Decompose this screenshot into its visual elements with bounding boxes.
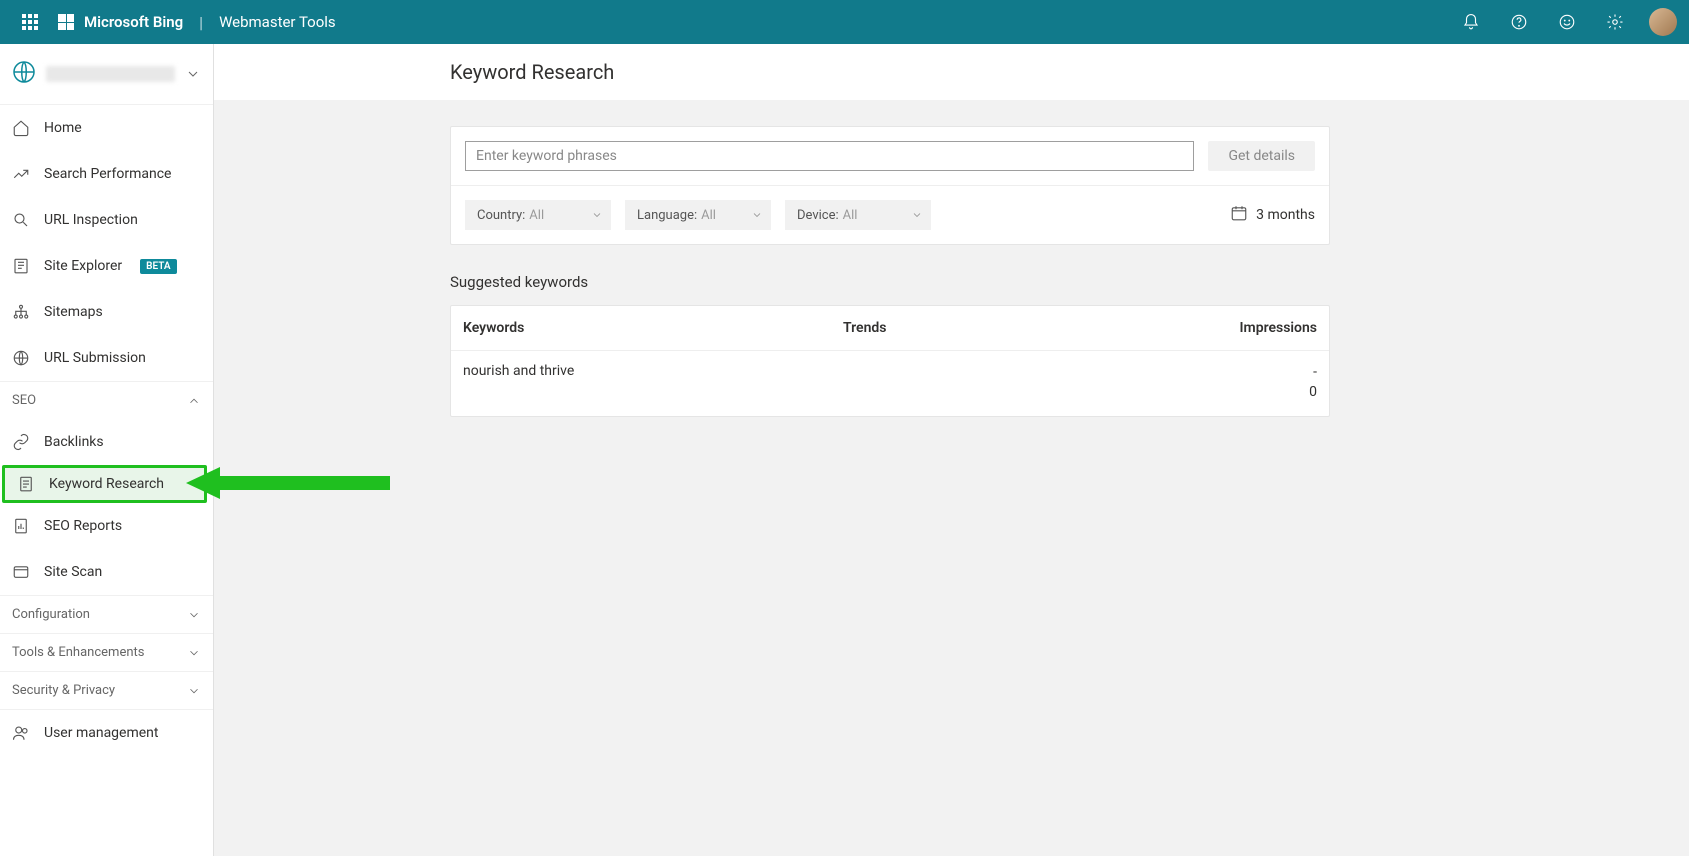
- chevron-down-icon: [185, 66, 201, 82]
- suggested-keywords-title: Suggested keywords: [450, 273, 1689, 291]
- beta-badge: BETA: [140, 259, 176, 274]
- column-keywords: Keywords: [463, 320, 843, 336]
- page-title-bar: Keyword Research: [214, 44, 1689, 100]
- chevron-down-icon: [187, 646, 201, 660]
- sidebar-item-url-inspection[interactable]: URL Inspection: [0, 197, 213, 243]
- top-bar: Microsoft Bing | Webmaster Tools: [0, 0, 1689, 44]
- main-content: Keyword Research Get details Country: Al…: [214, 44, 1689, 856]
- globe-icon: [12, 60, 36, 88]
- sidebar-item-seo-reports[interactable]: SEO Reports: [0, 503, 213, 549]
- filter-value: All: [529, 208, 544, 223]
- link-icon: [12, 433, 30, 451]
- sidebar-item-label: Home: [44, 120, 82, 136]
- sidebar: Home Search Performance URL Inspection S…: [0, 44, 214, 856]
- chevron-up-icon: [187, 394, 201, 408]
- filter-value: All: [843, 208, 858, 223]
- keyword-cell: nourish and thrive: [463, 363, 843, 379]
- site-name-redacted: [46, 66, 175, 82]
- sidebar-item-label: Site Scan: [44, 564, 102, 580]
- calendar-icon: [1230, 204, 1248, 226]
- filter-label: Country:: [477, 208, 525, 223]
- avatar[interactable]: [1649, 8, 1677, 36]
- page-title: Keyword Research: [450, 60, 614, 84]
- filter-value: All: [701, 208, 716, 223]
- search-icon: [12, 211, 30, 229]
- microsoft-logo-icon: [58, 14, 74, 30]
- sidebar-section-configuration[interactable]: Configuration: [0, 595, 213, 633]
- brand-tools: Webmaster Tools: [219, 13, 336, 31]
- sidebar-item-label: Search Performance: [44, 166, 171, 182]
- filter-label: Language:: [637, 208, 697, 223]
- section-label: Security & Privacy: [12, 683, 115, 698]
- brand-separator: |: [199, 13, 203, 32]
- sidebar-item-search-performance[interactable]: Search Performance: [0, 151, 213, 197]
- date-range-label: 3 months: [1256, 207, 1315, 223]
- keyword-input[interactable]: [465, 141, 1194, 171]
- section-label: Configuration: [12, 607, 90, 622]
- explorer-icon: [12, 257, 30, 275]
- search-card: Get details Country: All Language: All D…: [450, 126, 1330, 245]
- annotation-highlight: Keyword Research: [2, 465, 207, 503]
- settings-icon[interactable]: [1597, 4, 1633, 40]
- site-selector[interactable]: [0, 44, 213, 105]
- chevron-down-icon: [591, 209, 603, 221]
- users-icon: [12, 724, 30, 742]
- trend-icon: [12, 165, 30, 183]
- sidebar-item-label: URL Inspection: [44, 212, 138, 228]
- chevron-down-icon: [751, 209, 763, 221]
- section-label: Tools & Enhancements: [12, 645, 144, 660]
- sidebar-item-label: Site Explorer: [44, 258, 122, 274]
- sidebar-item-url-submission[interactable]: URL Submission: [0, 335, 213, 381]
- chevron-down-icon: [187, 608, 201, 622]
- sidebar-item-user-management[interactable]: User management: [0, 710, 213, 756]
- column-trends: Trends: [843, 320, 1143, 336]
- app-launcher-icon[interactable]: [12, 4, 48, 40]
- brand-name: Microsoft Bing: [84, 13, 183, 31]
- report-icon: [12, 517, 30, 535]
- document-icon: [17, 475, 35, 493]
- sidebar-item-home[interactable]: Home: [0, 105, 213, 151]
- notifications-icon[interactable]: [1453, 4, 1489, 40]
- table-header: Keywords Trends Impressions: [451, 306, 1329, 351]
- sidebar-item-label: SEO Reports: [44, 518, 122, 534]
- suggested-keywords-table: Keywords Trends Impressions nourish and …: [450, 305, 1330, 417]
- date-range-selector[interactable]: 3 months: [1230, 204, 1315, 226]
- globe-icon: [12, 349, 30, 367]
- sidebar-item-label: Keyword Research: [49, 476, 164, 492]
- home-icon: [12, 119, 30, 137]
- table-row[interactable]: nourish and thrive - 0: [451, 351, 1329, 416]
- impressions-cell: - 0: [1143, 363, 1317, 402]
- sidebar-item-keyword-research[interactable]: Keyword Research: [5, 468, 204, 500]
- help-icon[interactable]: [1501, 4, 1537, 40]
- feedback-icon[interactable]: [1549, 4, 1585, 40]
- sidebar-item-site-explorer[interactable]: Site Explorer BETA: [0, 243, 213, 289]
- sidebar-section-tools-enhancements[interactable]: Tools & Enhancements: [0, 633, 213, 671]
- scan-icon: [12, 563, 30, 581]
- device-filter[interactable]: Device: All: [785, 200, 931, 230]
- section-label: SEO: [12, 393, 36, 408]
- get-details-button[interactable]: Get details: [1208, 141, 1315, 171]
- sidebar-item-sitemaps[interactable]: Sitemaps: [0, 289, 213, 335]
- sidebar-item-label: Sitemaps: [44, 304, 103, 320]
- sitemap-icon: [12, 303, 30, 321]
- sidebar-item-label: User management: [44, 725, 158, 741]
- chevron-down-icon: [911, 209, 923, 221]
- sidebar-item-label: URL Submission: [44, 350, 146, 366]
- sidebar-item-site-scan[interactable]: Site Scan: [0, 549, 213, 595]
- sidebar-item-backlinks[interactable]: Backlinks: [0, 419, 213, 465]
- language-filter[interactable]: Language: All: [625, 200, 771, 230]
- sidebar-section-security-privacy[interactable]: Security & Privacy: [0, 671, 213, 709]
- chevron-down-icon: [187, 684, 201, 698]
- column-impressions: Impressions: [1143, 320, 1317, 336]
- country-filter[interactable]: Country: All: [465, 200, 611, 230]
- filter-label: Device:: [797, 208, 839, 223]
- sidebar-section-seo[interactable]: SEO: [0, 381, 213, 419]
- sidebar-item-label: Backlinks: [44, 434, 104, 450]
